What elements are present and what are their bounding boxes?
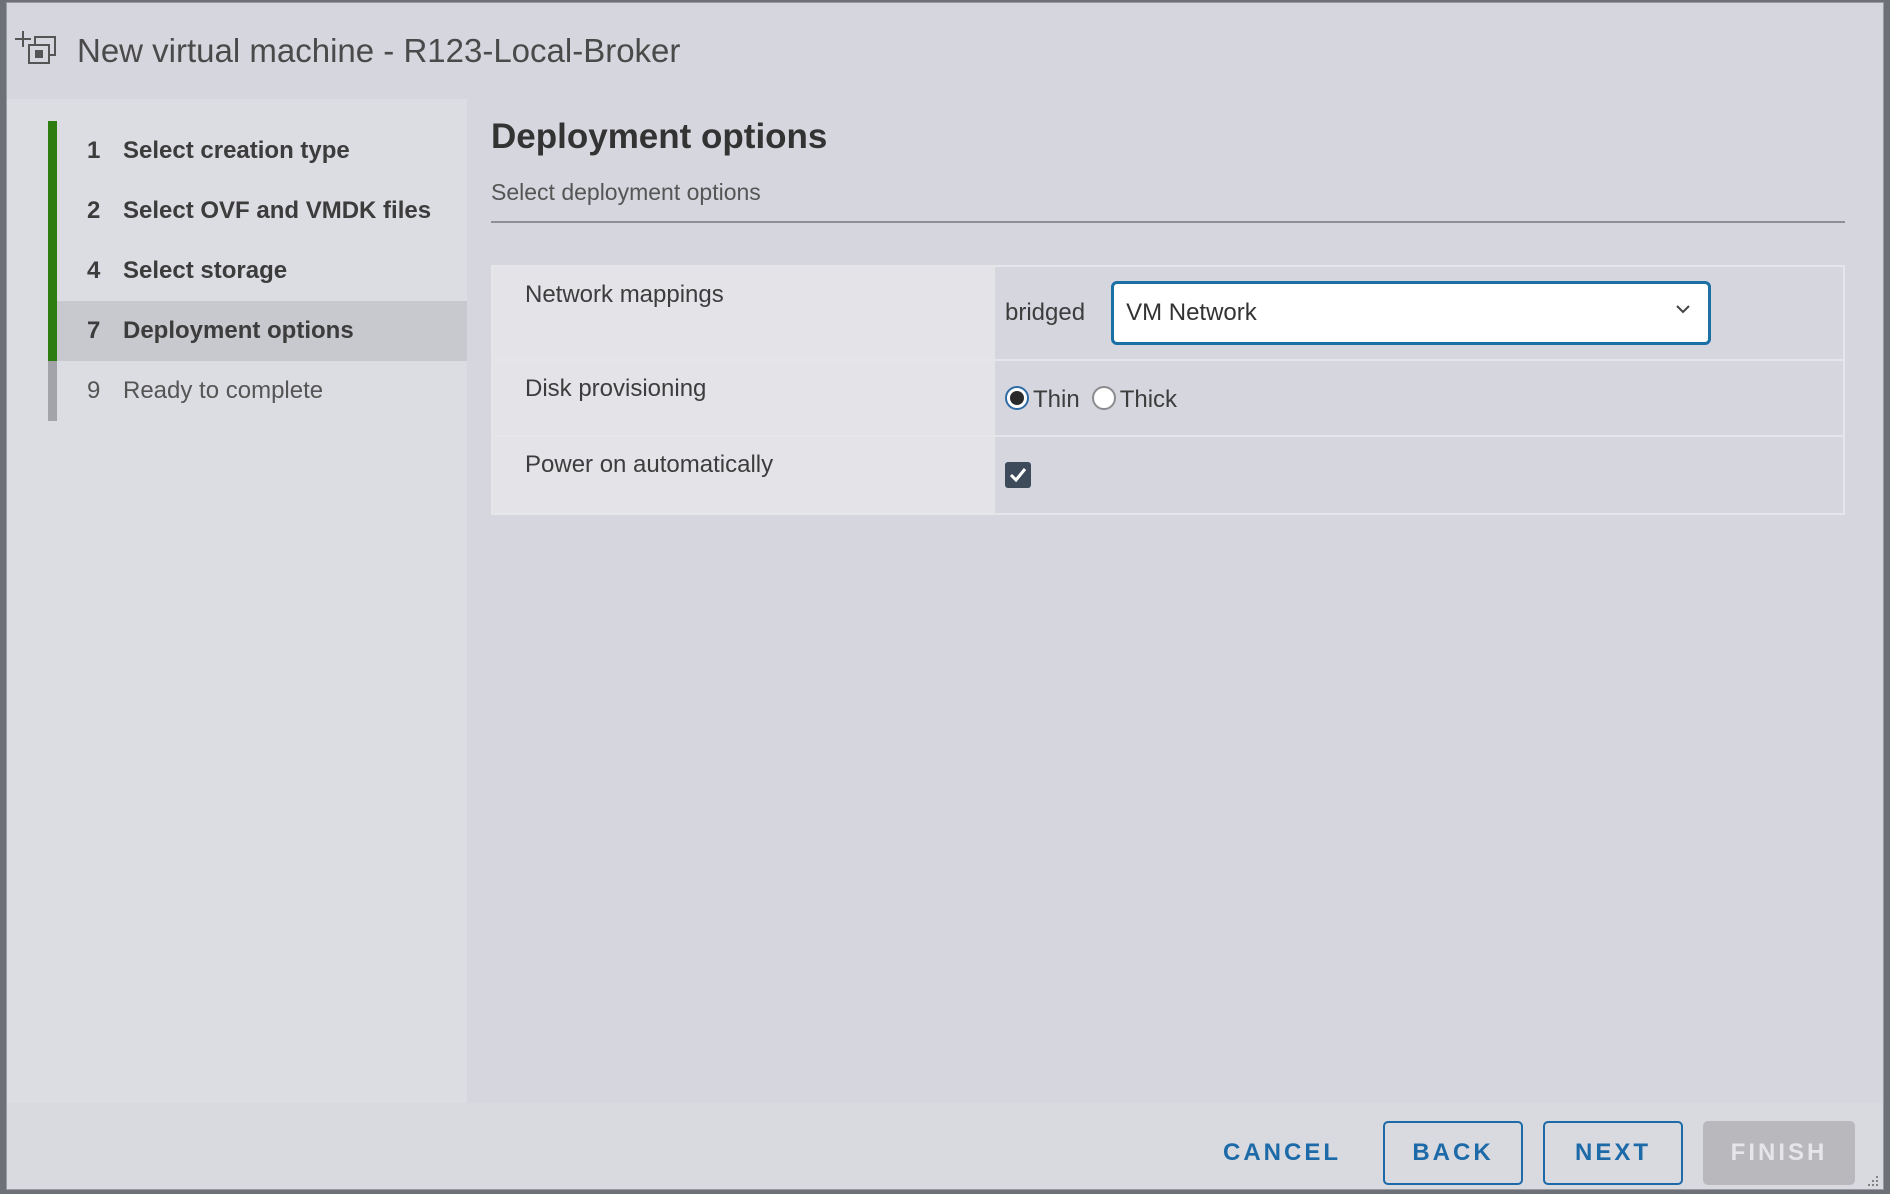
deployment-options-table: Network mappings bridged VM Network Disk… bbox=[491, 265, 1845, 515]
step-number: 4 bbox=[87, 257, 101, 284]
network-mappings-value: bridged VM Network bbox=[995, 267, 1843, 359]
dialog-footer: CANCEL BACK NEXT FINISH bbox=[7, 1103, 1883, 1189]
step-ready-to-complete[interactable]: 9 Ready to complete bbox=[48, 361, 467, 421]
disk-provisioning-label: Disk provisioning bbox=[493, 361, 995, 435]
step-number: 7 bbox=[87, 317, 101, 344]
step-label: Select OVF and VMDK files bbox=[123, 197, 432, 224]
network-select[interactable]: VM Network bbox=[1111, 281, 1712, 345]
next-button[interactable]: NEXT bbox=[1543, 1121, 1683, 1185]
step-select-ovf-vmdk[interactable]: 2 Select OVF and VMDK files bbox=[48, 181, 467, 241]
dialog-title: New virtual machine - R123-Local-Broker bbox=[77, 32, 681, 69]
power-on-label: Power on automatically bbox=[493, 437, 995, 513]
step-select-creation-type[interactable]: 1 Select creation type bbox=[48, 121, 467, 181]
title-bar: New virtual machine - R123-Local-Broker bbox=[7, 3, 1883, 99]
network-mappings-label: Network mappings bbox=[493, 267, 995, 359]
step-number: 9 bbox=[87, 377, 101, 404]
checkmark-icon bbox=[1009, 468, 1027, 483]
power-on-checkbox[interactable] bbox=[1005, 462, 1031, 488]
resize-handle-icon[interactable] bbox=[1865, 1173, 1879, 1187]
network-mappings-row: Network mappings bridged VM Network bbox=[493, 267, 1843, 361]
chevron-down-icon bbox=[1676, 305, 1690, 314]
step-select-storage[interactable]: 4 Select storage bbox=[48, 241, 467, 301]
step-number: 2 bbox=[87, 197, 101, 224]
thick-radio-label[interactable]: Thick bbox=[1120, 386, 1177, 414]
step-label: Select creation type bbox=[123, 137, 350, 164]
page-subtitle: Select deployment options bbox=[491, 179, 761, 205]
network-selected-value: VM Network bbox=[1126, 299, 1257, 326]
new-vm-icon bbox=[15, 31, 56, 64]
power-on-row: Power on automatically bbox=[493, 437, 1843, 513]
network-source-label: bridged bbox=[1005, 299, 1086, 326]
back-button[interactable]: BACK bbox=[1383, 1121, 1523, 1185]
step-deployment-options[interactable]: 7 Deployment options bbox=[48, 301, 467, 361]
thick-radio[interactable] bbox=[1091, 386, 1116, 410]
step-label: Deployment options bbox=[123, 317, 354, 344]
finish-button[interactable]: FINISH bbox=[1703, 1121, 1855, 1185]
divider bbox=[491, 221, 1845, 223]
page-title: Deployment options bbox=[491, 117, 828, 156]
wizard-steps-sidebar: 1 Select creation type 2 Select OVF and … bbox=[7, 99, 467, 1103]
disk-provisioning-row: Disk provisioning Thin Thick bbox=[493, 361, 1843, 437]
step-label: Select storage bbox=[123, 257, 288, 284]
cancel-button[interactable]: CANCEL bbox=[1202, 1121, 1362, 1185]
step-number: 1 bbox=[87, 137, 101, 164]
main-panel: Deployment options Select deployment opt… bbox=[467, 99, 1883, 1103]
step-label: Ready to complete bbox=[123, 377, 324, 404]
disk-provisioning-value: Thin Thick bbox=[995, 361, 1843, 435]
thin-radio[interactable] bbox=[1005, 386, 1029, 410]
thin-radio-label[interactable]: Thin bbox=[1033, 386, 1080, 414]
power-on-value bbox=[995, 437, 1843, 513]
new-vm-dialog: New virtual machine - R123-Local-Broker … bbox=[6, 2, 1884, 1190]
